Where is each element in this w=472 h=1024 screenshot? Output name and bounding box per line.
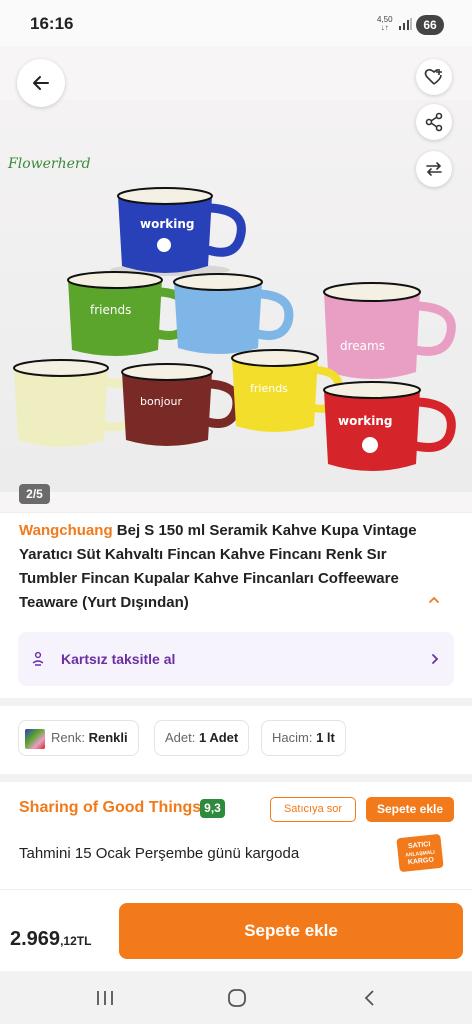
heart-add-icon <box>424 68 442 85</box>
variant-key: Adet: <box>165 730 196 745</box>
status-bar: 16:16 4,50 ↓↑ 66 <box>0 0 472 46</box>
price-fraction: ,12TL <box>60 934 92 948</box>
section-separator <box>0 774 472 782</box>
section-separator <box>0 698 472 706</box>
price-main: 2.969 <box>10 928 61 950</box>
variant-key: Hacim: <box>272 730 313 745</box>
chevron-up-icon[interactable] <box>426 592 442 608</box>
network-speed: 4,50 ↓↑ <box>377 16 393 32</box>
svg-text:bonjour: bonjour <box>140 395 182 408</box>
recent-apps-icon[interactable] <box>94 988 116 1008</box>
variant-chip-color[interactable]: Renk: Renkli <box>18 720 139 756</box>
compare-button[interactable] <box>416 151 452 187</box>
variant-value: 1 Adet <box>198 730 239 745</box>
image-watermark: Flowerherd <box>8 156 91 172</box>
add-to-cart-button[interactable]: Sepete ekle <box>119 903 463 959</box>
ask-seller-button[interactable]: Satıcıya sor <box>270 797 356 822</box>
divider <box>0 512 472 513</box>
product-image-gallery[interactable]: working friends dreams bonjour friends w… <box>0 46 472 512</box>
installment-label: Kartsız taksitle al <box>61 651 176 667</box>
product-price: 2.969,12TL <box>10 928 91 951</box>
variant-chip-volume[interactable]: Hacim: 1 lt <box>261 720 346 756</box>
svg-text:working: working <box>140 217 194 231</box>
back-arrow-icon <box>33 76 49 90</box>
back-nav-icon[interactable] <box>360 988 380 1008</box>
favorite-button[interactable] <box>416 59 452 95</box>
seller-cargo-badge: SATICI ANLAŞMALI KARGO <box>396 833 444 873</box>
image-page-indicator: 2/5 <box>19 484 50 504</box>
home-icon[interactable] <box>226 988 248 1008</box>
signal-icon <box>399 18 412 30</box>
installment-banner[interactable]: Kartsız taksitle al <box>18 632 454 686</box>
bottom-purchase-bar: 2.969,12TL Sepete ekle <box>0 889 472 971</box>
network-arrows: ↓↑ <box>380 23 389 32</box>
back-button[interactable] <box>17 59 65 107</box>
share-button[interactable] <box>416 104 452 140</box>
seller-name[interactable]: Sharing of Good Things <box>19 799 201 817</box>
chevron-right-icon <box>432 654 439 664</box>
variant-value: Renkli <box>88 730 128 745</box>
svg-text:friends: friends <box>90 303 131 317</box>
compare-icon <box>426 162 442 176</box>
svg-text:working: working <box>338 414 392 428</box>
seller-rating-badge: 9,3 <box>200 799 225 818</box>
color-thumbnail <box>25 728 45 749</box>
svg-text:friends: friends <box>250 382 288 395</box>
status-time: 16:16 <box>30 14 74 33</box>
variant-key: Renk: <box>51 730 85 745</box>
battery-indicator: 66 <box>416 15 444 35</box>
seller-add-to-cart-button[interactable]: Sepete ekle <box>366 797 454 822</box>
share-icon <box>425 112 443 132</box>
system-navigation-bar <box>0 971 472 1024</box>
product-title: Wangchuang Bej S 150 ml Seramik Kahve Ku… <box>19 519 431 615</box>
variant-chip-quantity[interactable]: Adet: 1 Adet <box>154 720 250 756</box>
shipping-estimate: Tahmini 15 Ocak Perşembe günü kargoda <box>19 845 300 862</box>
variant-value: 1 lt <box>316 730 335 745</box>
product-brand-link[interactable]: Wangchuang <box>19 522 113 539</box>
installment-icon <box>32 651 44 666</box>
svg-text:dreams: dreams <box>340 339 385 353</box>
